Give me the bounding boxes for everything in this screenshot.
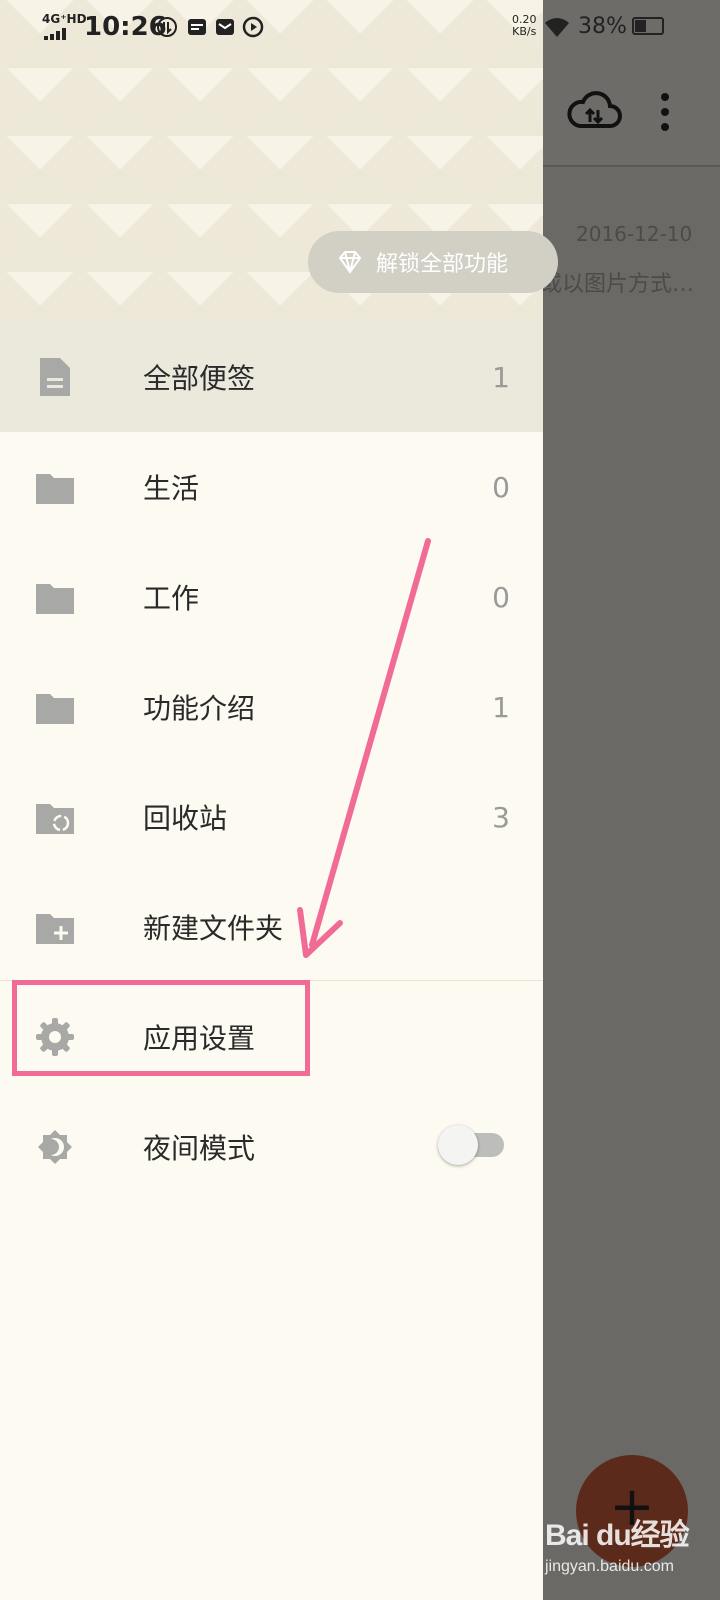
drawer-item-feature-intro[interactable]: 功能介绍 1	[0, 652, 543, 762]
note-date: 2016-12-10	[576, 222, 693, 246]
drawer-item-count: 0	[492, 470, 510, 504]
battery-icon	[632, 17, 664, 35]
more-vert-icon[interactable]	[660, 92, 670, 132]
note-icon	[40, 358, 70, 396]
folder-icon	[36, 474, 74, 504]
annotation-highlight-box	[12, 980, 310, 1076]
drawer-item-label: 工作	[143, 582, 200, 615]
night-mode-icon	[38, 1130, 72, 1164]
status-bar: 4G⁺HD 10:26 0.20 KB/s 38%	[0, 0, 720, 56]
diamond-icon	[338, 251, 362, 274]
drawer-item-recycle-bin[interactable]: 回收站 3	[0, 762, 543, 872]
baidu-jingyan-watermark: Bai du经验 jingyan.baidu.com	[545, 1510, 690, 1576]
watermark-url: jingyan.baidu.com	[545, 1558, 674, 1575]
toggle-knob	[438, 1125, 478, 1165]
folder-icon	[36, 584, 74, 614]
drawer-item-count: 0	[492, 580, 510, 614]
night-mode-toggle[interactable]	[438, 1125, 508, 1165]
network-speed-unit: KB/s	[512, 25, 537, 38]
unlock-all-features-button[interactable]: 解锁全部功能	[308, 231, 558, 293]
network-speed: 0.20 KB/s	[512, 14, 537, 38]
drawer-item-count: 1	[492, 690, 510, 724]
network-type: 4G⁺HD	[42, 12, 87, 26]
drawer-item-life[interactable]: 生活 0	[0, 432, 543, 542]
drawer-item-label: 全部便签	[143, 362, 256, 395]
video-play-icon	[242, 16, 264, 38]
drawer-item-label: 功能介绍	[143, 692, 256, 725]
new-folder-icon	[36, 914, 74, 944]
drawer-item-work[interactable]: 工作 0	[0, 542, 543, 652]
note-snippet[interactable]: 或以图片方式…	[540, 266, 694, 298]
drawer-item-label: 生活	[143, 472, 200, 505]
clock: 10:26	[84, 12, 167, 42]
drawer-item-count: 3	[492, 800, 510, 834]
drawer-item-label: 回收站	[143, 802, 228, 835]
battery-percent: 38%	[578, 14, 627, 39]
drawer-item-new-folder[interactable]: 新建文件夹	[0, 872, 543, 982]
wifi-icon	[545, 18, 569, 37]
annotation-arrow	[297, 538, 431, 958]
drawer-item-count: 1	[492, 360, 510, 394]
watermark-logo: Bai du经验	[545, 1519, 690, 1552]
folder-icon	[36, 694, 74, 724]
wallet-icon	[188, 19, 206, 35]
signal-icon	[44, 28, 66, 40]
unlock-label: 解锁全部功能	[376, 252, 509, 277]
drawer-item-label: 新建文件夹	[143, 912, 284, 945]
cloud-sync-icon[interactable]	[566, 88, 622, 132]
data-saver-icon	[157, 17, 177, 37]
drawer-item-label: 夜间模式	[143, 1132, 256, 1165]
drawer-item-all-notes[interactable]: 全部便签 1	[0, 322, 543, 432]
message-icon	[216, 19, 234, 35]
recycle-folder-icon	[36, 804, 74, 834]
